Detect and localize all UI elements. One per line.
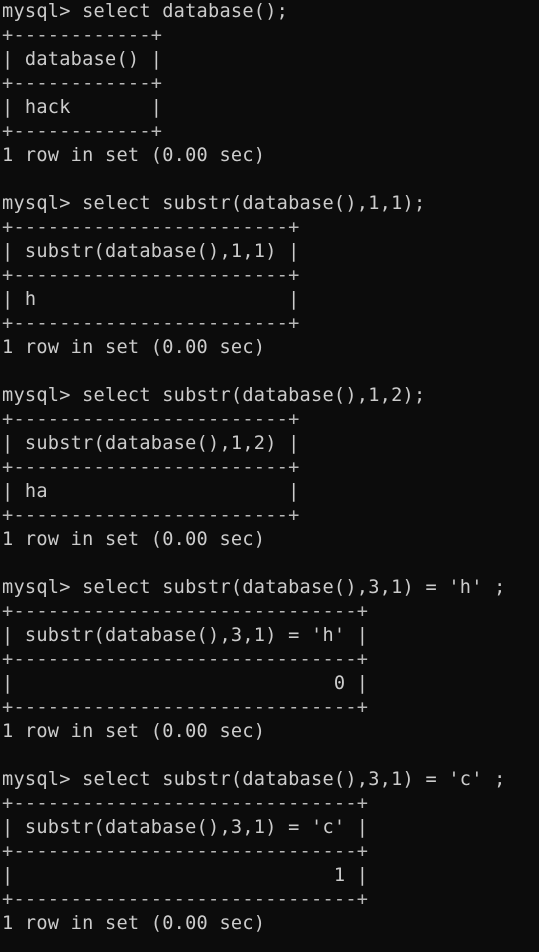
mysql-prompt-line: mysql> select database(); xyxy=(2,1,289,22)
table-border: +------------------------+ xyxy=(2,505,300,526)
table-border: +------------------------+ xyxy=(2,313,300,334)
table-header-row: | substr(database(),1,1) | xyxy=(2,241,300,262)
table-border: +------------------------------+ xyxy=(2,697,369,718)
table-border: +------------+ xyxy=(2,121,163,142)
result-summary: 1 row in set (0.00 sec) xyxy=(2,721,266,742)
table-data-row: | ha | xyxy=(2,481,300,502)
table-border: +------------------------+ xyxy=(2,409,300,430)
table-header-row: | substr(database(),3,1) = 'c' | xyxy=(2,817,369,838)
table-border: +------------------------------+ xyxy=(2,601,369,622)
table-border: +------------------------------+ xyxy=(2,793,369,814)
mysql-prompt-line: mysql> select substr(database(),1,2); xyxy=(2,385,426,406)
table-header-row: | substr(database(),1,2) | xyxy=(2,433,300,454)
table-data-row: | hack | xyxy=(2,97,163,118)
mysql-prompt-line: mysql> select substr(database(),1,1); xyxy=(2,193,426,214)
table-border: +------------+ xyxy=(2,73,163,94)
mysql-prompt-line: mysql> select substr(database(),3,1) = '… xyxy=(2,577,506,598)
table-data-row: | 1 | xyxy=(2,865,369,886)
terminal-window[interactable]: mysql> select database(); +------------+… xyxy=(0,0,539,952)
table-border: +------------------------+ xyxy=(2,457,300,478)
table-border: +------------------------+ xyxy=(2,265,300,286)
result-summary: 1 row in set (0.00 sec) xyxy=(2,913,266,934)
table-border: +------------+ xyxy=(2,25,163,46)
result-summary: 1 row in set (0.00 sec) xyxy=(2,145,266,166)
result-summary: 1 row in set (0.00 sec) xyxy=(2,337,266,358)
table-border: +------------------------------+ xyxy=(2,649,369,670)
table-header-row: | database() | xyxy=(2,49,163,70)
table-border: +------------------------------+ xyxy=(2,841,369,862)
result-summary: 1 row in set (0.00 sec) xyxy=(2,529,266,550)
table-data-row: | h | xyxy=(2,289,300,310)
table-border: +------------------------------+ xyxy=(2,889,369,910)
mysql-prompt-line: mysql> select substr(database(),3,1) = '… xyxy=(2,769,506,790)
table-data-row: | 0 | xyxy=(2,673,369,694)
table-header-row: | substr(database(),3,1) = 'h' | xyxy=(2,625,369,646)
table-border: +------------------------+ xyxy=(2,217,300,238)
